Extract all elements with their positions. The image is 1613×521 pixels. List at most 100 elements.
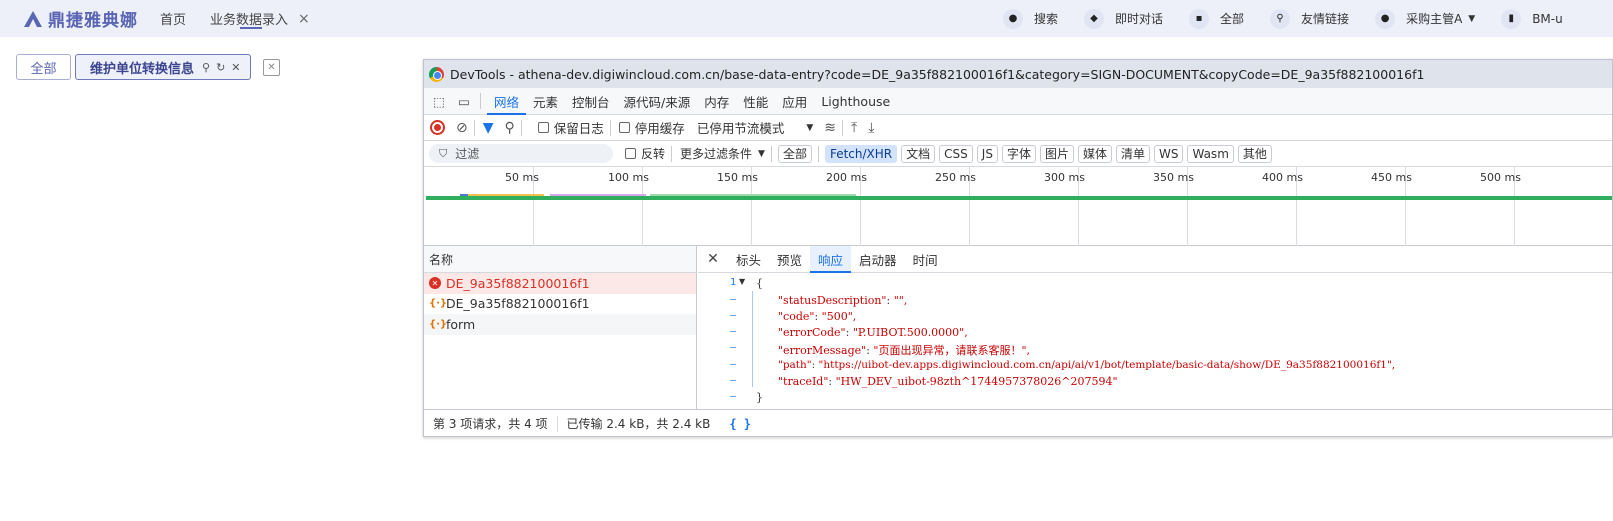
filter-chip-font[interactable]: 字体 bbox=[1001, 144, 1036, 163]
filter-chip-fetch-xhr[interactable]: Fetch/XHR bbox=[824, 144, 898, 163]
record-stop-icon[interactable] bbox=[430, 120, 445, 135]
tab-lighthouse[interactable]: Lighthouse bbox=[814, 88, 897, 115]
chat-icon: ◆ bbox=[1084, 8, 1105, 29]
clear-icon[interactable]: ⊘ bbox=[456, 120, 468, 136]
chevron-down-icon: ▼ bbox=[758, 148, 765, 159]
tab-preview[interactable]: 预览 bbox=[769, 246, 810, 273]
search-icon[interactable]: ⚲ bbox=[505, 120, 515, 136]
request-row[interactable]: {·} DE_9a35f882100016f1 bbox=[424, 294, 696, 315]
header-search[interactable]: ● 搜索 bbox=[1003, 8, 1058, 29]
building-icon: ▮ bbox=[1501, 8, 1522, 29]
timeline-gridline: 500 ms bbox=[1480, 167, 1521, 246]
pretty-print-icon[interactable]: { } bbox=[729, 417, 751, 431]
divider bbox=[480, 93, 481, 109]
tab-elements[interactable]: 元素 bbox=[526, 88, 565, 115]
devtools-titlebar: DevTools - athena-dev.digiwincloud.com.c… bbox=[424, 60, 1612, 88]
nav-close-icon[interactable]: × bbox=[298, 0, 310, 37]
filter-icon[interactable]: ▼ bbox=[483, 120, 494, 136]
header-org[interactable]: ▮ BM-u bbox=[1501, 8, 1563, 29]
tab-initiator[interactable]: 启动器 bbox=[851, 246, 905, 273]
line-marker: – bbox=[729, 375, 736, 386]
more-filters-dropdown[interactable]: 更多过滤条件 ▼ bbox=[680, 145, 765, 162]
disable-cache-label: 停用缓存 bbox=[634, 121, 685, 136]
tab-response[interactable]: 响应 bbox=[810, 245, 852, 273]
filter-bar: ⛉ 过滤 反转 更多过滤条件 ▼ 全部 Fetch/XHR 文档 CSS JS … bbox=[424, 141, 1612, 167]
invert-checkbox[interactable]: 反转 bbox=[625, 145, 665, 162]
timeline-gridline: 250 ms bbox=[935, 167, 976, 246]
nav-business-data-entry[interactable]: 业务数据录入 bbox=[210, 0, 288, 37]
checkbox-box bbox=[625, 148, 636, 159]
filter-chip-js[interactable]: JS bbox=[976, 144, 998, 163]
tab-network[interactable]: 网络 bbox=[487, 88, 527, 115]
filter-chip-all[interactable]: 全部 bbox=[777, 144, 812, 163]
preserve-log-checkbox[interactable]: 保留日志 bbox=[537, 118, 604, 137]
close-icon[interactable]: ✕ bbox=[231, 61, 240, 74]
timeline-load-bar bbox=[426, 196, 1612, 200]
invert-label: 反转 bbox=[641, 147, 666, 161]
chrome-icon bbox=[429, 66, 444, 82]
filter-chip-ws[interactable]: WS bbox=[1154, 144, 1184, 163]
disable-cache-checkbox[interactable]: 停用缓存 bbox=[618, 118, 685, 137]
json-value: "页面出现异常，请联系客服！", bbox=[873, 344, 1031, 357]
logo[interactable]: 鼎捷雅典娜 bbox=[22, 0, 138, 37]
timeline-tick-label: 200 ms bbox=[826, 171, 867, 184]
device-toolbar-icon[interactable]: ▭ bbox=[454, 94, 474, 109]
json-value: "", bbox=[893, 294, 908, 307]
filter-chip-wasm[interactable]: Wasm bbox=[1187, 144, 1234, 163]
checkbox-box bbox=[618, 122, 630, 133]
filter-chip-other[interactable]: 其他 bbox=[1237, 144, 1272, 163]
filter-chip-img[interactable]: 图片 bbox=[1039, 144, 1074, 163]
tab-memory[interactable]: 内存 bbox=[697, 88, 736, 115]
header-links[interactable]: ⚲ 友情链接 bbox=[1270, 8, 1349, 29]
request-name: DE_9a35f882100016f1 bbox=[446, 275, 590, 291]
tab-performance[interactable]: 性能 bbox=[736, 88, 775, 115]
pin-icon[interactable]: ⚲ bbox=[202, 61, 210, 74]
filter-input[interactable]: ⛉ 过滤 bbox=[429, 144, 613, 163]
header-user[interactable]: ● 采购主管A ▼ bbox=[1375, 8, 1475, 29]
xhr-icon: {·} bbox=[429, 318, 448, 330]
network-conditions-icon[interactable]: ≋ bbox=[824, 120, 836, 136]
tab-headers[interactable]: 标头 bbox=[728, 246, 769, 273]
request-row[interactable]: ✕ DE_9a35f882100016f1 bbox=[424, 273, 696, 294]
code-text: } bbox=[756, 391, 763, 404]
timeline-gridline: 100 ms bbox=[608, 167, 649, 246]
line-marker: – bbox=[729, 342, 736, 353]
filter-placeholder: 过滤 bbox=[455, 147, 480, 161]
filter-chip-css[interactable]: CSS bbox=[939, 144, 973, 163]
chevron-down-icon: ▼ bbox=[806, 122, 814, 133]
filter-chip-doc[interactable]: 文档 bbox=[901, 144, 936, 163]
header-all-label: 全部 bbox=[1220, 12, 1245, 26]
nav-home[interactable]: 首页 bbox=[160, 0, 186, 37]
throttle-select[interactable]: 已停用节流模式 ▼ bbox=[697, 118, 813, 137]
funnel-icon: ⛉ bbox=[439, 146, 448, 160]
timeline-tick-label: 150 ms bbox=[717, 171, 758, 184]
divider bbox=[473, 119, 475, 136]
tab-console[interactable]: 控制台 bbox=[565, 88, 617, 115]
filter-chip-manifest[interactable]: 清单 bbox=[1115, 144, 1150, 163]
more-filters-label: 更多过滤条件 bbox=[680, 147, 753, 161]
checkbox-box bbox=[537, 122, 549, 133]
header-user-label: 采购主管A bbox=[1406, 12, 1463, 26]
refresh-icon[interactable]: ↻ bbox=[216, 61, 225, 74]
inspect-element-icon[interactable]: ⬚ bbox=[429, 94, 449, 109]
export-har-icon[interactable]: ⤓ bbox=[868, 120, 874, 136]
close-icon[interactable]: ✕ bbox=[698, 251, 728, 267]
timeline-gridline: 400 ms bbox=[1262, 167, 1303, 246]
page-tab-all[interactable]: 全部 bbox=[16, 54, 71, 80]
tab-application[interactable]: 应用 bbox=[775, 88, 814, 115]
tab-timing[interactable]: 时间 bbox=[905, 246, 946, 273]
line-marker: – bbox=[729, 326, 736, 337]
tab-sources[interactable]: 源代码/来源 bbox=[617, 88, 698, 115]
close-all-tabs-icon[interactable]: ✕ bbox=[263, 59, 280, 76]
divider bbox=[841, 119, 843, 136]
import-har-icon[interactable]: ⤒ bbox=[851, 120, 857, 136]
filter-chip-media[interactable]: 媒体 bbox=[1077, 144, 1112, 163]
request-row[interactable]: {·} form bbox=[424, 314, 696, 335]
fold-arrow-icon[interactable]: ▼ bbox=[739, 277, 745, 286]
page-tab-unit-conversion[interactable]: 维护单位转换信息 ⚲ ↻ ✕ bbox=[75, 54, 251, 80]
preserve-log-label: 保留日志 bbox=[553, 121, 604, 136]
header-chat[interactable]: ◆ 即时对话 bbox=[1084, 8, 1163, 29]
header-all[interactable]: ▪ 全部 bbox=[1189, 8, 1245, 29]
request-list-header[interactable]: 名称 bbox=[424, 246, 696, 273]
network-timeline-overview[interactable]: 50 ms 100 ms 150 ms 200 ms 250 ms 300 ms… bbox=[424, 167, 1612, 246]
